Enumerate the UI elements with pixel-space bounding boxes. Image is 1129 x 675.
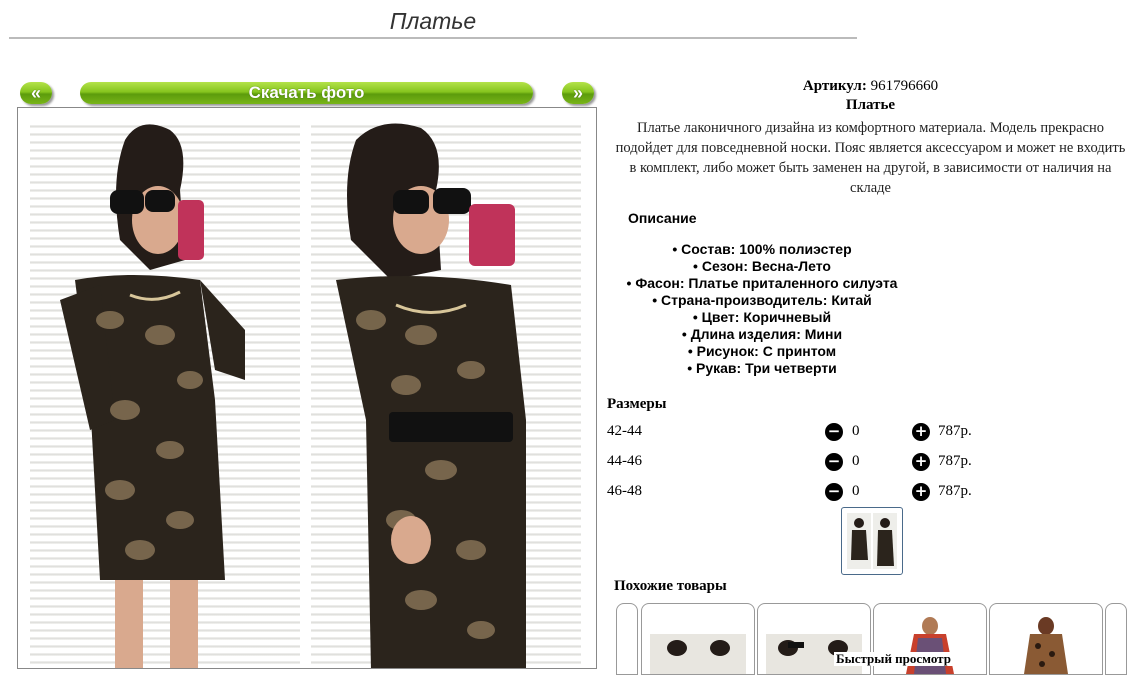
spec-item: Рукав: Три четверти (612, 360, 912, 377)
spec-item: Состав: 100% полиэстер (612, 241, 912, 258)
plus-circle-icon[interactable]: + (912, 423, 930, 441)
size-row: 46-48 − 0 + 787р. (607, 481, 1027, 503)
spec-item: Сезон: Весна-Лето (612, 258, 912, 275)
article-line: Артикул: 961796660 (612, 78, 1129, 95)
download-photo-button[interactable]: Скачать фото (80, 82, 533, 104)
spec-item: Длина изделия: Мини (612, 326, 912, 343)
size-price: 787р. (938, 423, 972, 439)
plus-circle-icon[interactable]: + (912, 453, 930, 471)
next-photo-button[interactable]: » (562, 82, 594, 104)
plus-circle-icon[interactable]: + (912, 483, 930, 501)
product-description: Платье лаконичного дизайна из комфортног… (615, 120, 1126, 196)
size-price: 787р. (938, 483, 972, 499)
size-quantity: 0 (852, 423, 860, 439)
similar-products-heading: Похожие товары (614, 578, 727, 594)
article-value: 961796660 (870, 78, 939, 94)
size-price: 787р. (938, 453, 972, 469)
product-photo-frame (17, 107, 597, 669)
product-photo-belted[interactable] (311, 120, 581, 668)
sizes-heading: Размеры (607, 396, 667, 412)
specs-list: Состав: 100% полиэстер Сезон: Весна-Лето… (612, 241, 912, 377)
spec-item: Цвет: Коричневый (612, 309, 912, 326)
title-divider (9, 37, 857, 39)
size-row: 44-46 − 0 + 787р. (607, 451, 1027, 473)
minus-circle-icon[interactable]: − (825, 423, 843, 441)
spec-item: Рисунок: С принтом (612, 343, 912, 360)
minus-circle-icon[interactable]: − (825, 453, 843, 471)
photo-thumbnail[interactable] (841, 507, 903, 575)
prev-photo-button[interactable]: « (20, 82, 52, 104)
specs-heading: Описание (628, 210, 697, 226)
product-photo-front[interactable] (30, 120, 300, 668)
size-label: 44-46 (607, 453, 642, 469)
size-label: 46-48 (607, 483, 642, 499)
size-row: 42-44 − 0 + 787р. (607, 421, 1027, 443)
similar-scroll-left[interactable] (616, 603, 638, 675)
similar-product-card[interactable] (989, 603, 1103, 675)
page-title: Платье (389, 8, 477, 34)
spec-item: Фасон: Платье приталенного силуэта (612, 275, 912, 292)
size-label: 42-44 (607, 423, 642, 439)
size-quantity: 0 (852, 453, 860, 469)
product-name: Платье (845, 97, 896, 113)
size-quantity: 0 (852, 483, 860, 499)
similar-scroll-right[interactable] (1105, 603, 1127, 675)
minus-circle-icon[interactable]: − (825, 483, 843, 501)
similar-product-card[interactable] (641, 603, 755, 675)
quick-view-label[interactable]: Быстрый просмотр (834, 652, 953, 666)
article-label: Артикул: (802, 78, 867, 94)
spec-item: Страна-производитель: Китай (612, 292, 912, 309)
